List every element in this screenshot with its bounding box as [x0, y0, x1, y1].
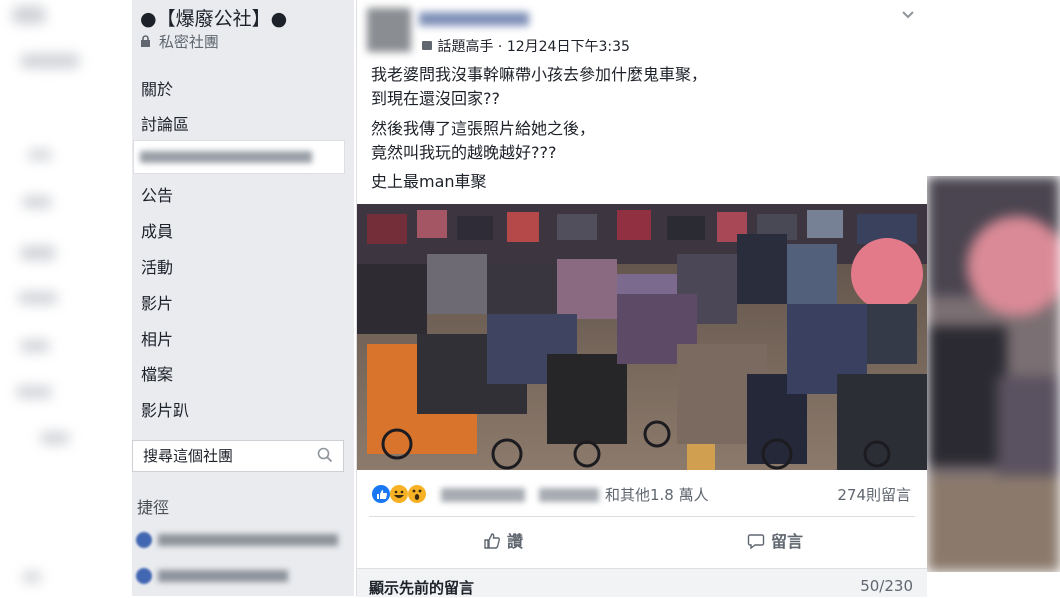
- like-button[interactable]: 讚: [483, 528, 523, 552]
- left-blurred-column: [0, 0, 132, 596]
- shortcut-avatar: [136, 568, 152, 584]
- redacted-names: [539, 488, 599, 502]
- blurred-shape: [22, 196, 52, 208]
- lock-icon: [140, 35, 155, 50]
- author-name-redacted[interactable]: [419, 12, 529, 26]
- redacted-text: [158, 534, 338, 546]
- blurred-shape: [18, 292, 58, 304]
- privacy-label: 私密社團: [158, 33, 219, 51]
- right-blurred-image: [927, 176, 1060, 572]
- comments-count[interactable]: 274則留言: [837, 484, 911, 505]
- blurred-shape: [16, 386, 52, 398]
- post-text-line: 到現在還沒回家??: [371, 89, 500, 108]
- sidebar-item-photos[interactable]: 相片: [141, 326, 173, 350]
- blurred-shape: [12, 6, 46, 24]
- blurred-shape: [40, 432, 70, 444]
- search-icon[interactable]: [317, 447, 333, 463]
- strollers-photo-art: [357, 204, 927, 470]
- shortcut-avatar: [136, 532, 152, 548]
- group-name[interactable]: ●【爆廢公社】●: [140, 4, 287, 31]
- blurred-shape: [20, 340, 50, 352]
- post-text-line: 然後我傳了這張照片給她之後，: [371, 119, 596, 138]
- group-search-input[interactable]: [141, 445, 315, 467]
- comment-icon: [747, 534, 765, 550]
- sidebar-item-about[interactable]: 關於: [141, 76, 173, 100]
- post-text-line: 我老婆問我沒事幹嘛帶小孩去參加什麼鬼車聚，: [371, 65, 708, 84]
- sidebar-item-redacted[interactable]: [133, 140, 345, 174]
- badge-icon: [421, 39, 437, 55]
- group-search-box: [132, 440, 344, 472]
- chevron-down-icon[interactable]: [901, 10, 915, 20]
- reactions-row: 和其他1.8 萬人 274則留言: [371, 482, 911, 506]
- shortcut-item[interactable]: [136, 530, 346, 550]
- post-timestamp[interactable]: 12月24日下午3:35: [507, 39, 630, 55]
- shortcuts-heading: 捷徑: [137, 498, 170, 517]
- post-meta: 話題高手 · 12月24日下午3:35: [421, 36, 630, 56]
- post-text-line: 竟然叫我玩的越晚越好???: [371, 143, 557, 162]
- redacted-text: [158, 570, 288, 582]
- blurred-shape: [20, 54, 80, 68]
- thumbs-up-icon: [484, 533, 500, 549]
- badge-label: 話題高手: [437, 39, 494, 55]
- previous-comments-bar: 顯示先前的留言 50/230: [357, 568, 927, 597]
- group-privacy: 私密社團: [140, 31, 219, 52]
- blurred-shape: [20, 246, 56, 260]
- post-text-line: 史上最man車聚: [371, 172, 487, 191]
- comments-progress: 50/230: [860, 577, 913, 595]
- blurred-shape: [28, 150, 52, 160]
- sidebar-item-members[interactable]: 成員: [141, 218, 173, 242]
- shortcut-item[interactable]: [136, 566, 346, 586]
- reaction-icons[interactable]: [371, 484, 435, 504]
- redacted-text: [140, 151, 312, 163]
- blurred-shape: [22, 572, 42, 582]
- blurred-photo-art: [927, 176, 1060, 572]
- sidebar-item-watch-party[interactable]: 影片趴: [141, 397, 189, 421]
- view-previous-comments-link[interactable]: 顯示先前的留言: [369, 577, 474, 598]
- reactions-others[interactable]: 和其他1.8 萬人: [605, 484, 709, 505]
- sidebar-item-files[interactable]: 檔案: [141, 361, 173, 385]
- author-avatar[interactable]: [367, 8, 411, 52]
- sidebar-item-discussion[interactable]: 討論區: [141, 111, 189, 135]
- post-photo[interactable]: [357, 204, 927, 470]
- comment-button[interactable]: 留言: [747, 528, 803, 552]
- meta-separator: ·: [497, 39, 503, 55]
- sidebar-item-announcements[interactable]: 公告: [141, 182, 173, 206]
- divider: [369, 516, 915, 517]
- comment-label: 留言: [771, 532, 804, 551]
- post-card: 話題高手 · 12月24日下午3:35 我老婆問我沒事幹嘛帶小孩去參加什麼鬼車聚…: [356, 0, 928, 597]
- like-label: 讚: [507, 532, 524, 551]
- redacted-names: [441, 488, 525, 502]
- sidebar-item-videos[interactable]: 影片: [141, 290, 173, 314]
- sidebar-item-events[interactable]: 活動: [141, 254, 173, 278]
